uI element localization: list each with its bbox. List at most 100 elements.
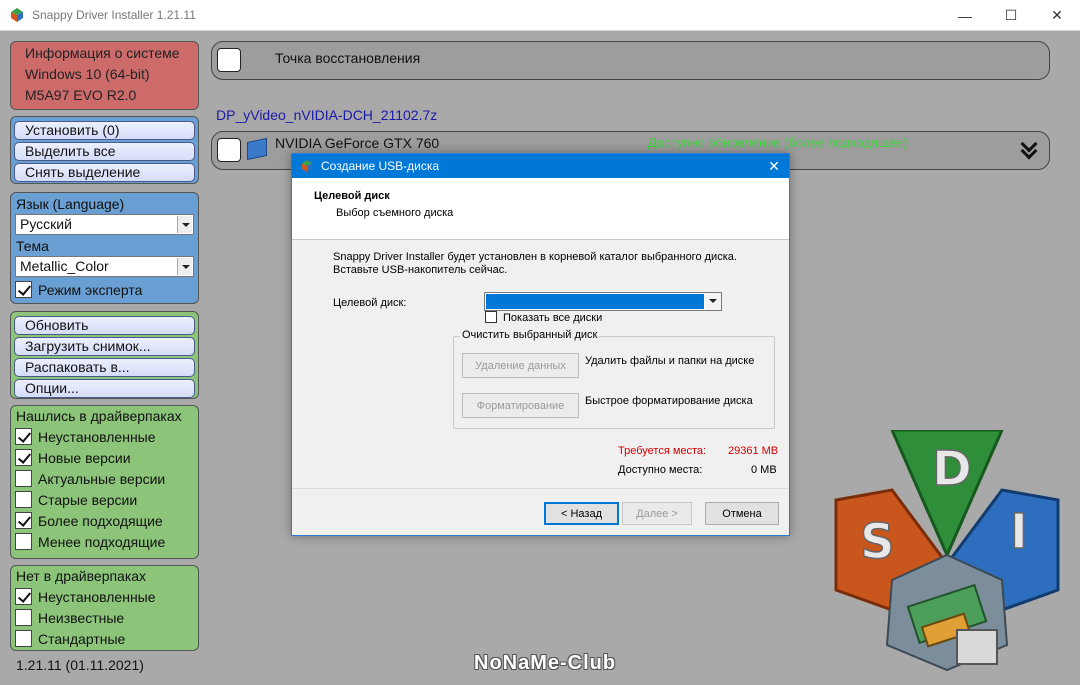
install-button[interactable]: Установить (0) [14, 121, 195, 140]
filter-label: Неизвестные [38, 610, 124, 626]
filter-item[interactable]: Неустановленные [14, 426, 195, 447]
missing-filters-title: Нет в драйверпаках [14, 567, 195, 586]
dialog-header-title: Целевой диск [314, 190, 390, 202]
dialog-header: Целевой диск Выбор съемного диска [292, 178, 789, 240]
sysinfo-os: Windows 10 (64-bit) [25, 64, 198, 85]
filter-label: Актуальные версии [38, 471, 165, 487]
clear-disk-group: Очистить выбранный диск Удаление данных … [453, 336, 775, 429]
filter-label: Менее подходящие [38, 534, 165, 550]
found-filters-title: Нашлись в драйверпаках [14, 407, 195, 426]
filter-checkbox[interactable] [15, 630, 32, 647]
app-icon [10, 8, 24, 22]
refresh-button[interactable]: Обновить [14, 316, 195, 335]
chevron-down-icon[interactable] [705, 293, 721, 310]
logo-letter-d: D [932, 441, 972, 497]
target-disk-select[interactable] [484, 292, 722, 311]
filter-label: Неустановленные [38, 429, 156, 445]
window-title: Snappy Driver Installer 1.21.11 [32, 8, 196, 22]
dialog-separator [292, 488, 789, 489]
required-space-label: Требуется места: [618, 444, 706, 458]
dialog-close-button[interactable]: ✕ [759, 154, 789, 178]
theme-select[interactable]: Metallic_Color [15, 256, 194, 277]
tools-panel: Обновить Загрузить снимок... Распаковать… [10, 311, 199, 399]
filter-label: Стандартные [38, 631, 125, 647]
dialog-info-line2: Вставьте USB-накопитель сейчас. [333, 263, 507, 277]
next-button[interactable]: Далее > [622, 502, 692, 525]
filter-item[interactable]: Более подходящие [14, 510, 195, 531]
theme-label: Тема [14, 237, 195, 256]
filter-label: Неустановленные [38, 589, 156, 605]
filter-checkbox[interactable] [15, 609, 32, 626]
filter-checkbox[interactable] [15, 470, 32, 487]
filter-item[interactable]: Стандартные [14, 628, 195, 649]
extract-button[interactable]: Распаковать в... [14, 358, 195, 377]
video-card-icon [247, 138, 267, 160]
restore-point-label: Точка восстановления [275, 50, 420, 66]
options-button[interactable]: Опции... [14, 379, 195, 398]
filter-item[interactable]: Неустановленные [14, 586, 195, 607]
language-label: Язык (Language) [14, 195, 195, 214]
maximize-button[interactable]: ☐ [988, 0, 1034, 31]
select-all-button[interactable]: Выделить все [14, 142, 195, 161]
show-all-disks-checkbox[interactable] [485, 311, 497, 323]
format-desc: Быстрое форматирование диска [585, 394, 753, 408]
driver-status: Доступно обновление (более подходящее) [648, 135, 907, 150]
missing-filters-panel: Нет в драйверпаках Неустановленные Неизв… [10, 565, 199, 651]
deselect-button[interactable]: Снять выделение [14, 163, 195, 182]
watermark-text: NoNaMe-Club [474, 652, 616, 675]
filter-checkbox[interactable] [15, 533, 32, 550]
filter-checkbox[interactable] [15, 449, 32, 466]
system-info-panel[interactable]: Информация о системе Windows 10 (64-bit)… [10, 41, 199, 110]
filter-item[interactable]: Старые версии [14, 489, 195, 510]
filter-checkbox[interactable] [15, 428, 32, 445]
sdi-logo: D S I [832, 430, 1062, 680]
language-select[interactable]: Русский [15, 214, 194, 235]
clear-disk-group-title: Очистить выбранный диск [460, 329, 599, 341]
sysinfo-title: Информация о системе [25, 43, 198, 64]
dialog-header-subtitle: Выбор съемного диска [336, 207, 453, 219]
filter-item[interactable]: Актуальные версии [14, 468, 195, 489]
target-disk-label: Целевой диск: [333, 296, 406, 310]
filter-item[interactable]: Новые версии [14, 447, 195, 468]
filter-label: Более подходящие [38, 513, 163, 529]
dialog-info-line1: Snappy Driver Installer будет установлен… [333, 250, 737, 264]
driver-checkbox[interactable] [217, 138, 241, 162]
restore-point-row[interactable]: Точка восстановления [211, 41, 1050, 80]
show-all-disks-label[interactable]: Показать все диски [503, 311, 602, 325]
expert-mode-checkbox[interactable] [15, 281, 32, 298]
filter-label: Новые версии [38, 450, 131, 466]
logo-letter-s: S [860, 514, 895, 570]
cancel-button[interactable]: Отмена [705, 502, 779, 525]
expand-chevron-icon[interactable] [1019, 140, 1041, 160]
usb-dialog: Создание USB-диска ✕ Целевой диск Выбор … [291, 153, 790, 536]
load-snapshot-button[interactable]: Загрузить снимок... [14, 337, 195, 356]
actions-panel: Установить (0) Выделить все Снять выделе… [10, 116, 199, 184]
filter-checkbox[interactable] [15, 588, 32, 605]
target-disk-value [486, 294, 704, 309]
expert-mode-toggle[interactable]: Режим эксперта [14, 279, 195, 300]
driver-pack-name[interactable]: DP_yVideo_nVIDIA-DCH_21102.7z [216, 107, 437, 123]
driver-name: NVIDIA GeForce GTX 760 [275, 135, 439, 151]
found-filters-panel: Нашлись в драйверпаках Неустановленные Н… [10, 405, 199, 559]
language-value: Русский [20, 216, 72, 232]
required-space-value: 29361 MB [728, 444, 778, 458]
delete-data-button[interactable]: Удаление данных [462, 353, 579, 378]
minimize-button[interactable]: — [942, 0, 988, 31]
dialog-title: Создание USB-диска [321, 159, 439, 173]
format-button[interactable]: Форматирование [462, 393, 579, 418]
back-button[interactable]: < Назад [544, 502, 619, 525]
settings-panel: Язык (Language) Русский Тема Metallic_Co… [10, 192, 199, 304]
delete-data-desc: Удалить файлы и папки на диске [585, 354, 754, 368]
dialog-title-bar: Создание USB-диска ✕ [292, 154, 789, 178]
restore-point-checkbox[interactable] [217, 48, 241, 72]
title-bar: Snappy Driver Installer 1.21.11 — ☐ ✕ [0, 0, 1080, 31]
version-label: 1.21.11 (01.11.2021) [16, 657, 144, 673]
filter-item[interactable]: Менее подходящие [14, 531, 195, 552]
filter-checkbox[interactable] [15, 491, 32, 508]
filter-checkbox[interactable] [15, 512, 32, 529]
close-button[interactable]: ✕ [1034, 0, 1080, 31]
chevron-down-icon[interactable] [177, 216, 192, 233]
filter-item[interactable]: Неизвестные [14, 607, 195, 628]
app-icon [301, 160, 313, 172]
chevron-down-icon[interactable] [177, 258, 192, 275]
